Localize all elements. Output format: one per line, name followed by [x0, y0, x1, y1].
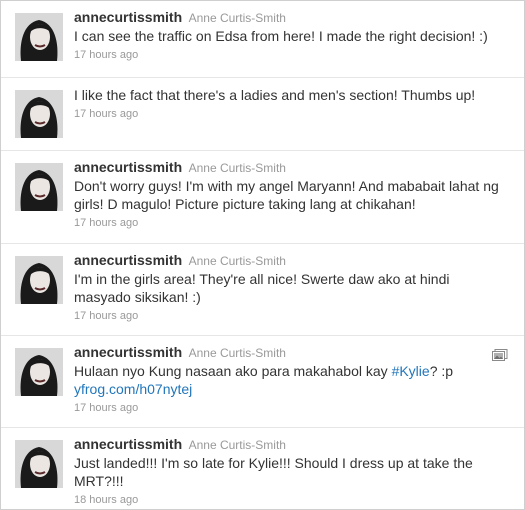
timestamp[interactable]: 18 hours ago	[74, 494, 138, 506]
screen-name[interactable]: annecurtissmith	[74, 252, 182, 268]
timestamp[interactable]: 17 hours ago	[74, 108, 138, 120]
avatar[interactable]	[15, 163, 63, 211]
hashtag-link[interactable]: #Kylie	[392, 363, 430, 379]
tweet-timeline: annecurtissmith Anne Curtis-Smith I can …	[0, 0, 525, 510]
tweet-item: annecurtissmith Anne Curtis-Smith Just l…	[1, 428, 524, 509]
timestamp[interactable]: 17 hours ago	[74, 310, 138, 322]
media-link[interactable]: yfrog.com/h07nytej	[74, 381, 192, 397]
screen-name[interactable]: annecurtissmith	[74, 344, 182, 360]
tweet-text-part: ? :p	[429, 363, 454, 379]
full-name: Anne Curtis-Smith	[188, 346, 286, 360]
avatar[interactable]	[15, 256, 63, 304]
full-name: Anne Curtis-Smith	[188, 161, 286, 175]
tweet-item: annecurtissmith Anne Curtis-Smith I can …	[1, 1, 524, 78]
screen-name[interactable]: annecurtissmith	[74, 436, 182, 452]
full-name: Anne Curtis-Smith	[188, 438, 286, 452]
timestamp[interactable]: 17 hours ago	[74, 402, 138, 414]
avatar[interactable]	[15, 13, 63, 61]
avatar[interactable]	[15, 440, 63, 488]
avatar[interactable]	[15, 348, 63, 396]
screen-name[interactable]: annecurtissmith	[74, 159, 182, 175]
avatar[interactable]	[15, 90, 63, 138]
tweet-text: Just landed!!! I'm so late for Kylie!!! …	[74, 455, 473, 489]
tweet-text: Don't worry guys! I'm with my angel Mary…	[74, 178, 499, 212]
image-gallery-icon[interactable]	[492, 348, 508, 361]
full-name: Anne Curtis-Smith	[188, 254, 286, 268]
timestamp[interactable]: 17 hours ago	[74, 217, 138, 229]
tweet-item: annecurtissmith Anne Curtis-Smith Don't …	[1, 151, 524, 244]
tweet-item: I like the fact that there's a ladies an…	[1, 78, 524, 151]
tweet-item: annecurtissmith Anne Curtis-Smith I'm in…	[1, 244, 524, 336]
tweet-text: I like the fact that there's a ladies an…	[74, 87, 476, 103]
screen-name[interactable]: annecurtissmith	[74, 9, 182, 25]
tweet-text-part: Hulaan nyo Kung nasaan ako para makahabo…	[74, 363, 392, 379]
tweet-item: annecurtissmith Anne Curtis-Smith Hulaan…	[1, 336, 524, 428]
tweet-text: Hulaan nyo Kung nasaan ako para makahabo…	[74, 362, 504, 398]
tweet-text: I'm in the girls area! They're all nice!…	[74, 271, 450, 305]
timestamp[interactable]: 17 hours ago	[74, 49, 138, 61]
full-name: Anne Curtis-Smith	[188, 11, 286, 25]
tweet-text: I can see the traffic on Edsa from here!…	[74, 28, 488, 44]
